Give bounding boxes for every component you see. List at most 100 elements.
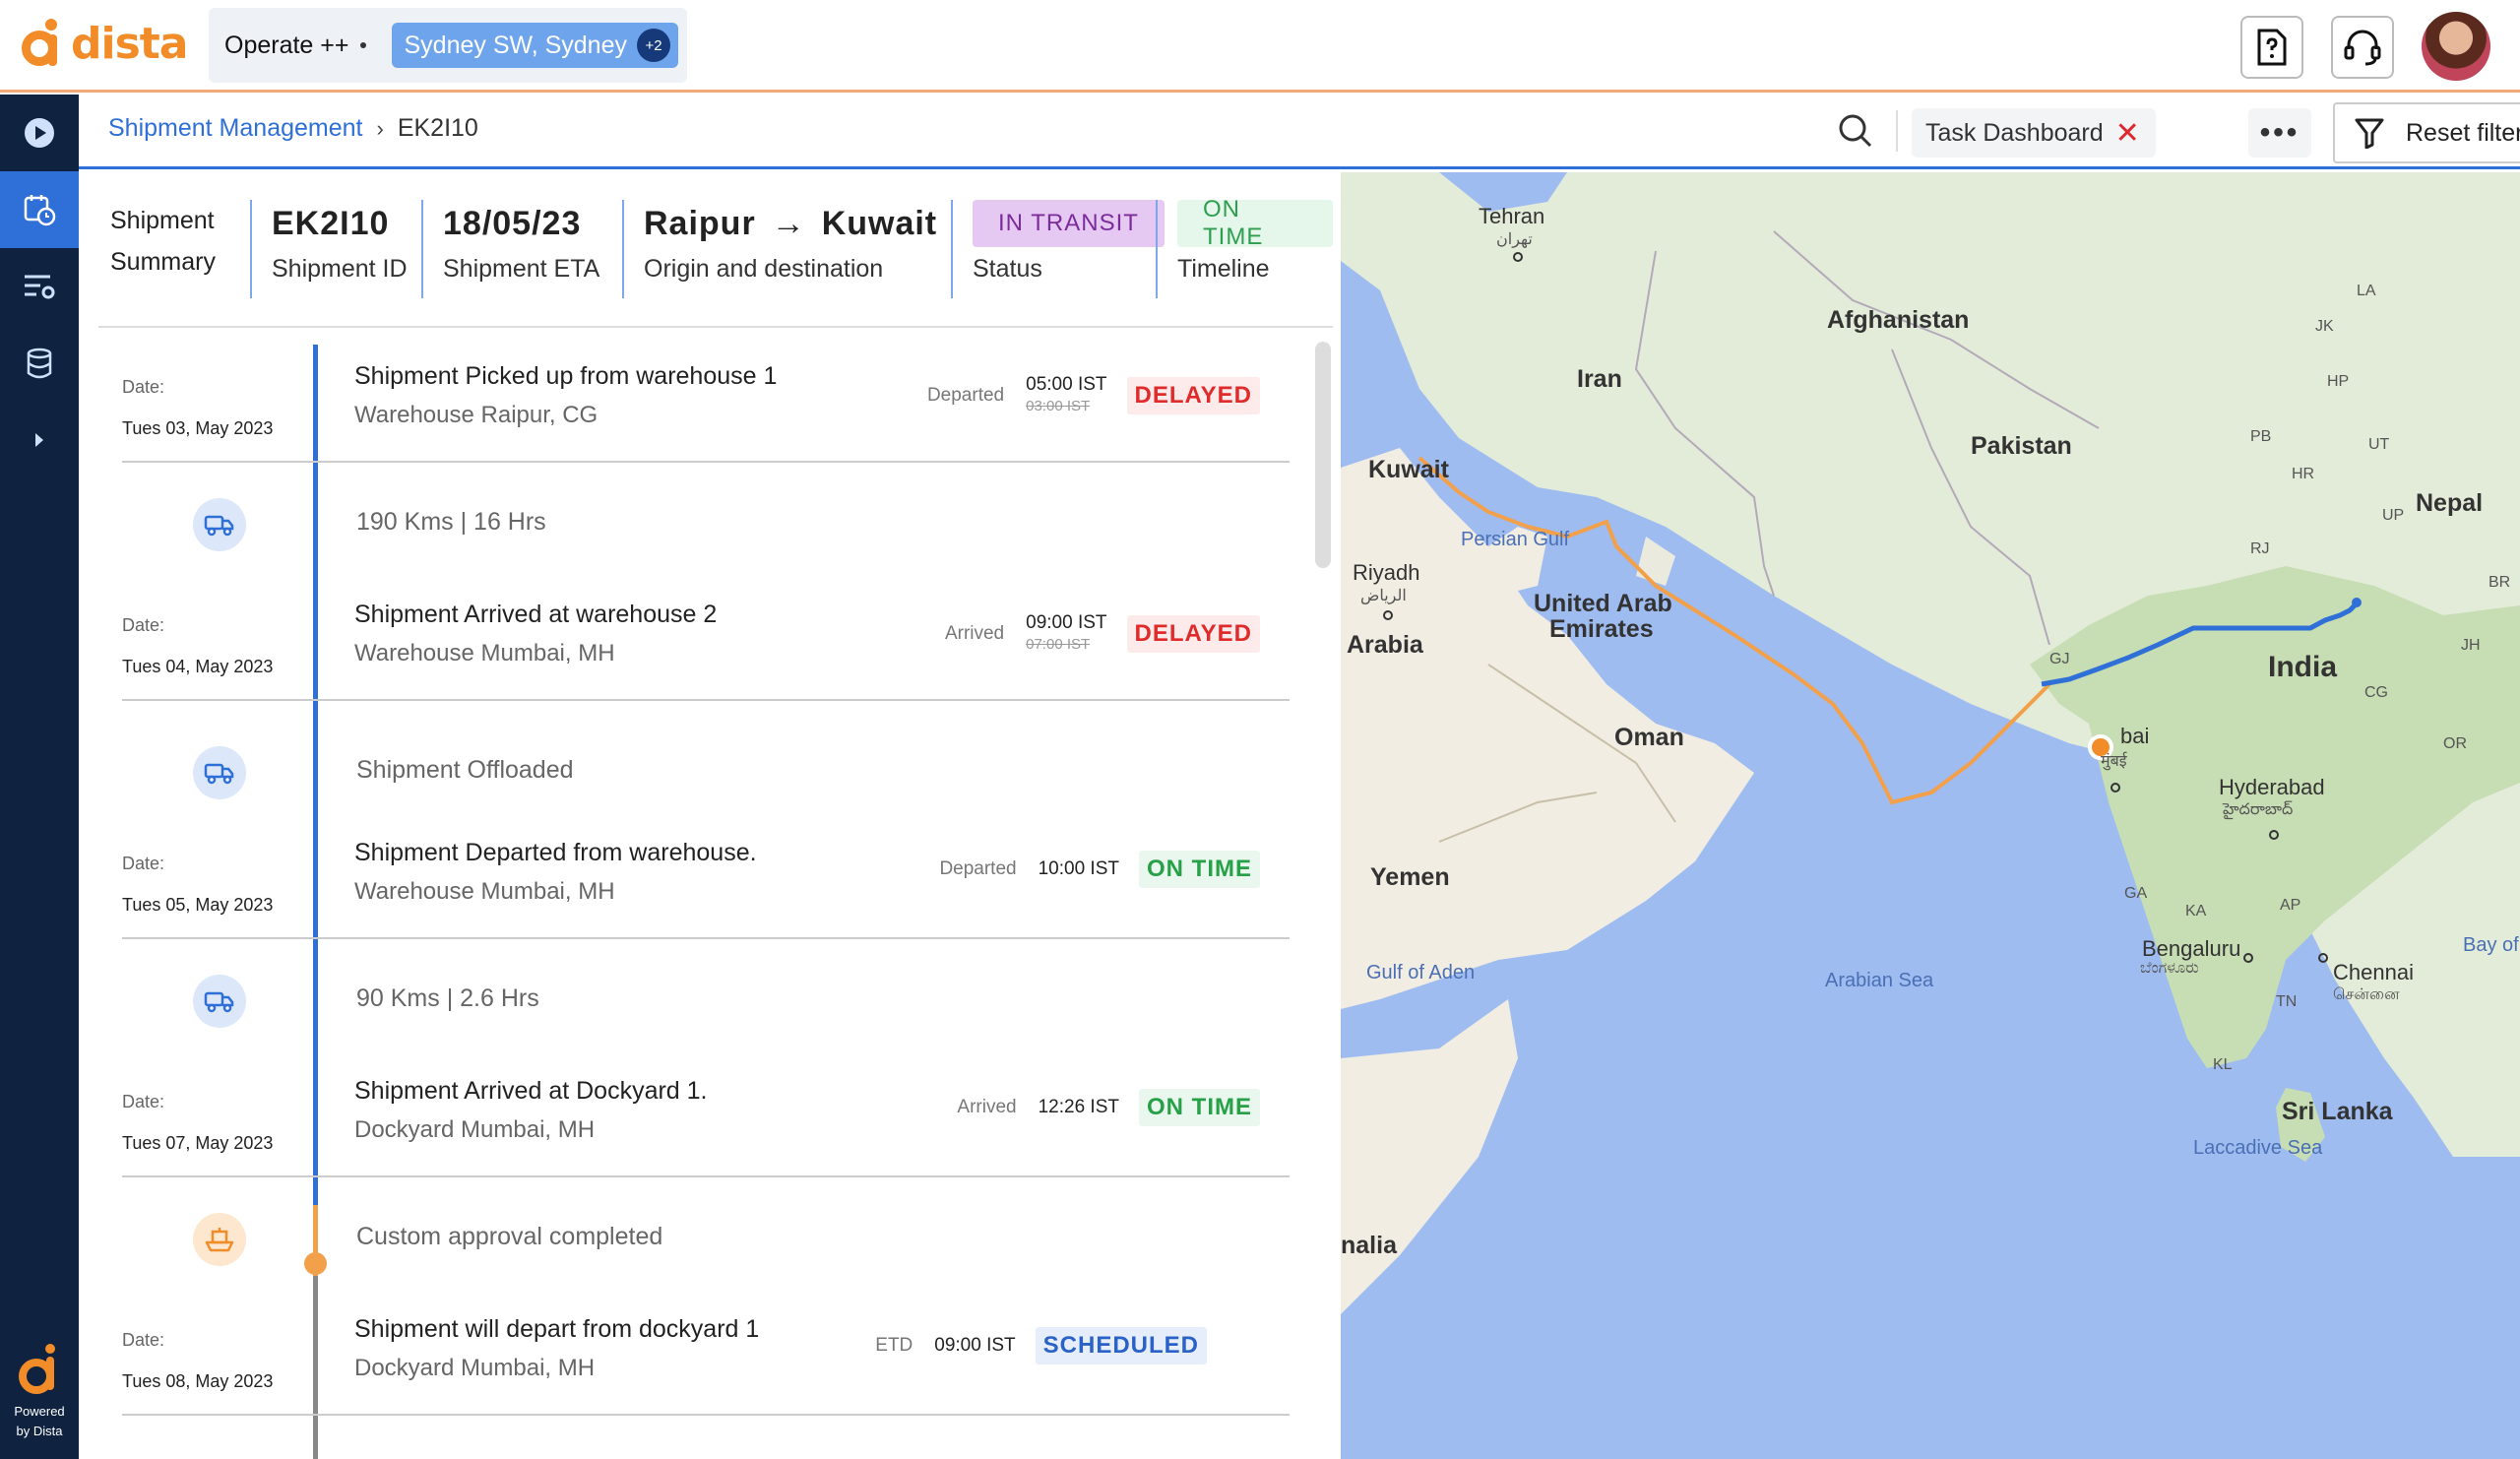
map-label-country: nalia: [1341, 1232, 1397, 1259]
event-date: Date: Tues 04, May 2023: [122, 615, 274, 676]
timeline-event[interactable]: Date: Tues 08, May 2023 Shipment will dep…: [98, 1298, 1290, 1416]
close-icon[interactable]: ✕: [2115, 116, 2140, 151]
event-location: Warehouse Raipur, CG: [354, 402, 598, 428]
timeline-event[interactable]: Date: Tues 04, May 2023 Shipment Arrived …: [98, 583, 1290, 701]
map-label-city: Tehran: [1479, 204, 1545, 228]
segment-icon: [193, 975, 246, 1028]
user-avatar[interactable]: [2422, 12, 2490, 81]
event-divider: [122, 937, 1290, 939]
calendar-clock-icon: [24, 195, 56, 226]
timeline-event[interactable]: Date: Tues 07, May 2023 Shipment Arrived …: [98, 1059, 1290, 1177]
event-time: 09:00 IST: [934, 1335, 1016, 1356]
breadcrumb-shipment-management[interactable]: Shipment Management: [108, 114, 362, 143]
event-date: Date: Tues 07, May 2023: [122, 1092, 274, 1153]
list-settings-icon: [25, 275, 55, 299]
map-label-country: Arabia: [1347, 631, 1423, 659]
nav-expand[interactable]: [0, 402, 79, 478]
summary-status: IN TRANSIT Status: [951, 200, 1165, 298]
event-title: Shipment Arrived at Dockyard 1.: [354, 1077, 708, 1105]
map-label-water: Bay of: [2463, 934, 2519, 956]
more-options-button[interactable]: •••: [2248, 108, 2311, 158]
ship-icon: [205, 1228, 234, 1252]
timeline-event[interactable]: Date: Tues 03, May 2023 Shipment Picked u…: [98, 345, 1290, 463]
map-label-city: Riyadh: [1353, 560, 1420, 585]
map-label-state: HR: [2292, 466, 2315, 482]
map-label-country: Yemen: [1370, 863, 1450, 891]
map-label-country: Sri Lanka: [2282, 1098, 2393, 1125]
nav-shipments[interactable]: [0, 171, 79, 248]
filter-chip-task-dashboard[interactable]: Task Dashboard ✕: [1912, 108, 2156, 158]
context-selector[interactable]: Operate ++ Sydney SW, Sydney +2: [209, 8, 687, 83]
event-time: 09:00 IST 07:00 IST: [1026, 612, 1106, 656]
segment-text: Shipment Offloaded: [356, 756, 574, 784]
location-selector[interactable]: Sydney SW, Sydney +2: [392, 23, 678, 68]
map-label-state: LA: [2357, 283, 2376, 299]
filter-icon: [2355, 118, 2384, 149]
event-date: Date: Tues 03, May 2023: [122, 377, 274, 438]
chevron-right-icon: [35, 433, 43, 447]
powered-by: Powered by Dista: [0, 1343, 79, 1441]
map-label-country: Iran: [1577, 365, 1622, 393]
summary-title-line1: Shipment: [110, 207, 215, 234]
segment-text: Custom approval completed: [356, 1223, 663, 1250]
event-status-badge: DELAYED: [1126, 377, 1260, 414]
map-label-water: Persian Gulf: [1461, 529, 1570, 550]
event-kind: ETD: [875, 1335, 914, 1356]
event-kind: Arrived: [944, 623, 1005, 644]
segment-icon: [193, 498, 246, 551]
route-map[interactable]: Tehran تهران Afghanistan Iran Pakistan N…: [1341, 172, 2520, 1459]
segment-icon: [193, 746, 246, 799]
timeline-event[interactable]: Date: Tues 05, May 2023 Shipment Departed…: [98, 821, 1290, 939]
event-planned-time: 07:00 IST: [1026, 636, 1091, 653]
help-document-button[interactable]: [2240, 16, 2303, 79]
toolbar-divider: [1896, 110, 1898, 152]
map-label-water: Gulf of Aden: [1366, 962, 1476, 983]
summary-shipment-id: EK2I10 Shipment ID: [250, 200, 408, 298]
event-status-group: Arrived 12:26 IST ON TIME: [957, 1089, 1260, 1126]
search-button[interactable]: [1837, 112, 1874, 155]
shipment-id-label: Shipment ID: [272, 255, 408, 283]
event-title: Shipment Arrived at warehouse 2: [354, 601, 718, 628]
event-status-badge: DELAYED: [1126, 615, 1260, 653]
arrow-right-icon: →: [771, 204, 806, 242]
map-label-state: UT: [2368, 436, 2390, 453]
event-time: 05:00 IST 03:00 IST: [1026, 374, 1106, 417]
powered-line2: by Dista: [16, 1424, 63, 1438]
map-label-state: UP: [2382, 507, 2405, 524]
map-label-state: KL: [2213, 1056, 2233, 1073]
map-label-country: Afghanistan: [1827, 306, 1970, 334]
map-label-country: Oman: [1614, 724, 1684, 751]
nav-play[interactable]: [0, 95, 79, 171]
dista-logo[interactable]: dista: [20, 14, 188, 73]
left-nav: Powered by Dista: [0, 95, 79, 1459]
event-time: 10:00 IST: [1038, 858, 1119, 879]
route-label: Origin and destination: [644, 255, 884, 283]
event-divider: [122, 1175, 1290, 1177]
support-headset-icon: [2344, 30, 2381, 66]
map-label-city: Bengaluru: [2142, 936, 2241, 961]
app-name: Operate ++: [224, 31, 349, 59]
event-status-group: Arrived 09:00 IST 07:00 IST DELAYED: [945, 612, 1260, 656]
timeline-segment: 190 Kms | 16 Hrs: [98, 465, 1290, 585]
map-label-state: KA: [2185, 903, 2207, 920]
event-divider: [122, 699, 1290, 701]
nav-database[interactable]: [0, 325, 79, 402]
reset-filter-button[interactable]: Reset filter: [2333, 102, 2520, 163]
search-icon: [1839, 114, 1872, 148]
map-label-city: मुंबई: [2101, 753, 2127, 770]
map-label-state: OR: [2443, 735, 2467, 752]
event-location: Warehouse Mumbai, MH: [354, 640, 615, 666]
support-button[interactable]: [2331, 16, 2394, 79]
event-kind: Arrived: [957, 1097, 1017, 1117]
breadcrumb: Shipment Management › EK2I10: [108, 114, 478, 143]
map-label-state: TN: [2276, 993, 2298, 1010]
map-label-state: AP: [2280, 897, 2301, 914]
map-label-city: الرياض: [1360, 588, 1407, 604]
nav-settings-list[interactable]: [0, 248, 79, 325]
event-location: Dockyard Mumbai, MH: [354, 1116, 596, 1143]
timeline-scrollbar[interactable]: [1315, 342, 1331, 568]
summary-route: Raipur → Kuwait Origin and destination: [622, 200, 937, 298]
event-status-group: Departed 05:00 IST 03:00 IST DELAYED: [927, 374, 1260, 417]
location-label: Sydney SW, Sydney: [404, 31, 627, 59]
map-label-city: ಬೆಂಗಳೂರು: [2140, 960, 2199, 977]
